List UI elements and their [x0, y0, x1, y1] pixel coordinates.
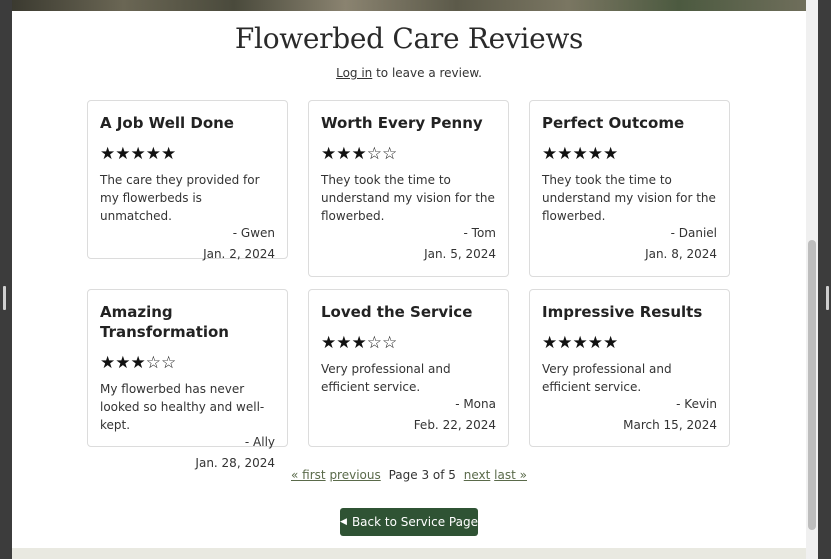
- star-rating: ★★★☆☆: [321, 143, 496, 165]
- previous-page-link[interactable]: previous: [329, 468, 380, 482]
- review-author: - Kevin: [676, 397, 717, 411]
- login-prompt: Log in to leave a review.: [12, 66, 806, 80]
- star-rating: ★★★★★: [542, 143, 717, 165]
- review-date: Jan. 5, 2024: [424, 247, 496, 261]
- review-date: Jan. 2, 2024: [203, 247, 275, 261]
- star-rating: ★★★★★: [542, 332, 717, 354]
- review-date: Feb. 22, 2024: [413, 418, 496, 432]
- star-rating: ★★★☆☆: [100, 352, 275, 374]
- review-text: Very professional and efficient service.: [542, 362, 672, 394]
- page-title: Flowerbed Care Reviews: [234, 22, 584, 55]
- star-rating-text: ★★★☆☆: [321, 333, 398, 353]
- review-author: - Gwen: [232, 226, 275, 240]
- scrollbar-thumb[interactable]: [808, 240, 816, 530]
- review-title: Worth Every Penny: [321, 114, 483, 132]
- last-page-link[interactable]: last »: [494, 468, 527, 482]
- review-date: March 15, 2024: [623, 418, 717, 432]
- next-page-link[interactable]: next: [464, 468, 491, 482]
- star-rating: ★★★★★: [100, 143, 275, 165]
- review-card: Impressive Results ★★★★★ Very profession…: [529, 289, 730, 447]
- review-text: The care they provided for my flowerbeds…: [100, 173, 260, 223]
- caret-left-icon: ◀: [340, 517, 347, 527]
- review-text: Very professional and efficient service.: [321, 362, 451, 394]
- first-page-link[interactable]: « first: [291, 468, 326, 482]
- review-text: They took the time to understand my visi…: [321, 173, 495, 223]
- review-title: Amazing Transformation: [100, 303, 229, 341]
- back-button-label: Back to Service Page: [351, 515, 478, 529]
- hero-image-strip: [12, 0, 806, 11]
- review-date: Jan. 8, 2024: [645, 247, 717, 261]
- pagination: « first previous Page 3 of 5 next last »: [12, 468, 806, 482]
- star-rating: ★★★☆☆: [321, 332, 496, 354]
- vertical-scrollbar[interactable]: [806, 0, 818, 559]
- review-author: - Daniel: [670, 226, 717, 240]
- review-author: - Ally: [244, 435, 275, 449]
- review-card: Loved the Service ★★★☆☆ Very professiona…: [308, 289, 509, 447]
- review-card: Perfect Outcome ★★★★★ They took the time…: [529, 100, 730, 277]
- review-title: Perfect Outcome: [542, 114, 685, 132]
- page-status: Page 3 of 5: [388, 468, 456, 482]
- review-text: My flowerbed has never looked so healthy…: [100, 382, 265, 432]
- star-rating-text: ★★★★★: [542, 333, 619, 353]
- login-suffix: to leave a review.: [372, 66, 482, 80]
- left-edge-handle: [3, 286, 6, 310]
- review-card: Amazing Transformation ★★★☆☆ My flowerbe…: [87, 289, 288, 470]
- review-text: They took the time to understand my visi…: [542, 173, 716, 223]
- review-card: A Job Well Done ★★★★★ The care they prov…: [87, 100, 288, 261]
- login-link[interactable]: Log in: [336, 66, 372, 80]
- star-rating-text: ★★★★★: [100, 144, 177, 164]
- review-title: A Job Well Done: [100, 114, 234, 132]
- review-author: - Mona: [455, 397, 496, 411]
- back-to-service-button[interactable]: ◀ Back to Service Page: [340, 508, 478, 536]
- review-author: - Tom: [463, 226, 496, 240]
- star-rating-text: ★★★☆☆: [321, 144, 398, 164]
- review-title: Loved the Service: [321, 303, 473, 321]
- reviews-page: Flowerbed Care Reviews Log in to leave a…: [12, 0, 806, 559]
- footer-strip: [12, 548, 806, 559]
- review-card: Worth Every Penny ★★★☆☆ They took the ti…: [308, 100, 509, 277]
- right-edge-handle: [826, 286, 829, 310]
- review-title: Impressive Results: [542, 303, 703, 321]
- star-rating-text: ★★★☆☆: [100, 353, 177, 373]
- star-rating-text: ★★★★★: [542, 144, 619, 164]
